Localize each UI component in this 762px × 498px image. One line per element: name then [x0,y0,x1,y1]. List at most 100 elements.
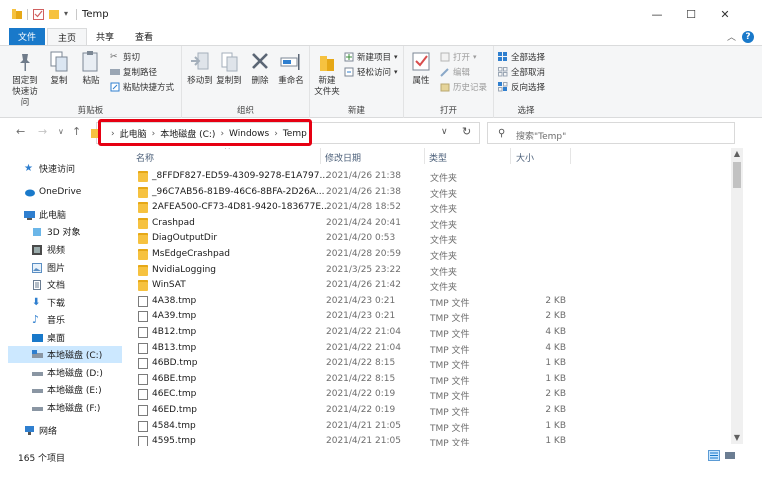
open-button[interactable]: 打开 ▾ [440,51,477,63]
select-all-button[interactable]: 全部选择 [498,51,545,63]
file-name: 46ED.tmp [152,405,197,415]
table-row[interactable]: 4B12.tmp 2021/4/22 21:04 TMP 文件 4 KB [130,325,720,341]
file-type: TMP 文件 [430,330,470,340]
table-row[interactable]: 2AFEA500-CF73-4D81-9420-183677E... 2021/4… [130,200,720,216]
tab-file[interactable]: 文件 [9,28,45,45]
scrollbar-thumb[interactable] [733,162,741,188]
file-name: _8FFDF827-ED59-4309-9278-E1A797... [152,171,329,181]
table-row[interactable]: 4595.tmp 2021/4/21 21:05 TMP 文件 1 KB [130,434,720,446]
file-date: 2021/4/28 20:59 [326,249,401,259]
file-name: Crashpad [152,217,195,228]
large-icons-view-icon[interactable] [724,450,736,461]
sidebar-item-quick-access[interactable]: ★ 快速访问 [24,160,146,177]
table-row[interactable]: 46EC.tmp 2021/4/22 0:19 TMP 文件 2 KB [130,387,720,403]
file-type: TMP 文件 [430,361,470,372]
copy-path-button[interactable]: 复制路径 [110,66,157,78]
copy-icon [48,50,70,74]
delete-label: 删除 [251,76,269,86]
edit-button[interactable]: 编辑 [440,66,470,78]
table-row[interactable]: 4A38.tmp 2021/4/23 0:21 TMP 文件 2 KB [130,294,720,310]
forward-arrow-icon[interactable]: → [38,125,47,138]
table-row[interactable]: _96C7AB56-81B9-46C6-8BFA-2D26A... 2021/4/… [130,185,720,201]
select-all-label: 全部选择 [511,53,546,63]
sidebar-item-onedrive[interactable]: OneDrive [24,183,146,200]
minimize-button[interactable]: — [640,0,674,28]
tab-share[interactable]: 共享 [88,28,122,45]
history-button[interactable]: 历史记录 [440,81,487,93]
column-header-type[interactable]: 类型 [429,151,447,164]
pin-quick-access-button[interactable]: 固定到 快速访问 [10,50,40,109]
window-title: Temp [82,9,109,20]
table-row[interactable]: 4A39.tmp 2021/4/23 0:21 TMP 文件 2 KB [130,309,720,325]
copy-to-button[interactable]: 复制到 [215,50,243,87]
new-item-button[interactable]: 新建项目 ▾ [344,51,398,63]
collapse-ribbon-icon[interactable]: ︿ [727,30,736,43]
easy-access-button[interactable]: 轻松访问 ▾ [344,66,398,78]
rename-button[interactable]: 重命名 [276,50,306,87]
star-icon: ★ [24,162,33,174]
file-icon [138,311,148,323]
column-header-name[interactable]: 名称 [136,151,154,164]
scroll-up-arrow-icon[interactable]: ▲ [731,148,743,160]
invert-selection-button[interactable]: 反向选择 [498,81,545,93]
properties-checkbox-icon[interactable] [33,8,44,20]
back-arrow-icon[interactable]: ← [16,125,25,138]
close-button[interactable]: ✕ [708,0,742,28]
column-header-size[interactable]: 大小 [516,151,534,164]
tab-view[interactable]: 查看 [124,28,164,45]
search-box[interactable]: ⚲ 搜索"Temp" [487,122,735,144]
file-type: TMP 文件 [430,298,470,309]
sidebar-item-network[interactable]: 网络 [24,422,146,439]
sidebar-item-local-disk-c[interactable]: 本地磁盘 (C:) [8,346,122,363]
file-date: 2021/3/25 23:22 [326,264,401,275]
open-dropdown-icon: ▾ [473,53,477,61]
file-size: 4 KB [545,342,566,353]
copy-button[interactable]: 复制 [46,50,72,87]
up-arrow-icon[interactable]: ↑ [72,125,81,138]
column-header-date[interactable]: 修改日期 [325,151,361,164]
file-name: 4595.tmp [152,436,196,446]
path-icon [110,69,120,75]
address-dropdown-icon[interactable]: ∨ [441,127,448,137]
scroll-down-arrow-icon[interactable]: ▼ [731,432,743,444]
file-type: TMP 文件 [430,345,470,356]
select-none-label: 全部取消 [511,68,546,78]
paste-button[interactable]: 粘贴 [78,50,104,87]
delete-button[interactable]: 删除 [248,50,272,87]
new-folder-button[interactable]: 新建 文件夹 [312,50,342,98]
table-row[interactable]: DiagOutputDir 2021/4/20 0:53 文件夹 [130,231,720,247]
table-row[interactable]: Crashpad 2021/4/24 20:41 文件夹 [130,216,720,232]
easy-access-dropdown-icon: ▾ [394,68,398,76]
table-row[interactable]: WinSAT 2021/4/26 21:42 文件夹 [130,278,720,294]
open-label: 打开 [453,53,471,63]
file-name: NvidiaLogging [152,264,216,275]
file-size: 2 KB [545,405,566,415]
refresh-icon[interactable]: ↻ [462,125,471,138]
recent-locations-chevron-icon[interactable]: ∨ [58,127,64,136]
table-row[interactable]: 4584.tmp 2021/4/21 21:05 TMP 文件 1 KB [130,419,720,435]
file-type: 文件夹 [430,205,458,216]
table-row[interactable]: 46BE.tmp 2021/4/22 8:15 TMP 文件 1 KB [130,372,720,388]
music-icon: ♪ [32,312,40,326]
quick-access-dropdown-icon[interactable]: ▾ [64,9,75,21]
select-none-button[interactable]: 全部取消 [498,66,545,78]
help-icon[interactable]: ? [742,30,754,43]
paste-shortcut-button[interactable]: 粘贴快捷方式 [110,81,174,93]
sidebar-item-this-pc[interactable]: 此电脑 [24,206,146,223]
details-view-icon[interactable] [708,450,720,461]
properties-button[interactable]: 属性 [408,50,434,87]
table-row[interactable]: _8FFDF827-ED59-4309-9278-E1A797... 2021/4… [130,169,720,185]
table-row[interactable]: MsEdgeCrashpad 2021/4/28 20:59 文件夹 [130,247,720,263]
table-row[interactable]: NvidiaLogging 2021/3/25 23:22 文件夹 [130,263,720,279]
tab-home[interactable]: 主页 [47,28,87,46]
file-date: 2021/4/22 21:04 [326,342,401,353]
table-row[interactable]: 46BD.tmp 2021/4/22 8:15 TMP 文件 1 KB [130,356,720,372]
table-row[interactable]: 46ED.tmp 2021/4/22 0:19 TMP 文件 2 KB [130,403,720,419]
new-folder-quick-icon[interactable] [49,8,60,20]
sidebar-item-label: 视频 [47,246,66,256]
maximize-button[interactable]: ☐ [674,0,708,28]
cut-button[interactable]: ✂ 剪切 [110,51,140,63]
move-to-button[interactable]: 移动到 [186,50,214,87]
vertical-scrollbar[interactable]: ▲ ▼ [731,148,743,444]
table-row[interactable]: 4B13.tmp 2021/4/22 21:04 TMP 文件 4 KB [130,341,720,357]
